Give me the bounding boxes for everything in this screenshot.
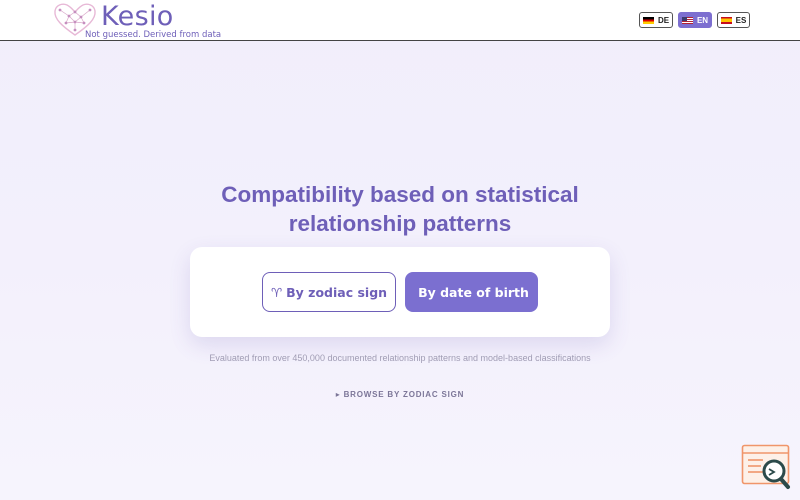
language-de-button[interactable]: DE: [639, 12, 673, 28]
by-date-of-birth-label: By date of birth: [418, 284, 529, 300]
language-es-button[interactable]: ES: [717, 12, 750, 28]
chat-search-widget-icon[interactable]: [741, 444, 793, 490]
flag-de-icon: [642, 16, 654, 24]
by-zodiac-sign-label: By zodiac sign: [286, 284, 388, 300]
brand-name[interactable]: Kesio: [101, 1, 174, 32]
language-es-label: ES: [735, 15, 747, 25]
hero-title-line-1: Compatibility based on statistical: [221, 182, 579, 207]
flag-us-icon: [681, 16, 693, 24]
hero-title: Compatibility based on statistical relat…: [0, 180, 800, 238]
aries-icon: ♈: [270, 284, 283, 300]
data-source-note: Evaluated from over 450,000 documented r…: [209, 353, 591, 363]
language-en-label: EN: [696, 15, 709, 25]
brand-tagline: Not guessed. Derived from data: [85, 30, 222, 40]
browse-by-zodiac-link[interactable]: ▸ BROWSE BY ZODIAC SIGN: [0, 390, 800, 399]
by-zodiac-sign-button[interactable]: ♈ By zodiac sign: [262, 272, 396, 312]
language-de-label: DE: [657, 15, 670, 25]
site-header: Kesio Not guessed. Derived from data DE …: [0, 0, 800, 41]
hero-title-line-2: relationship patterns: [288, 211, 512, 236]
language-en-button[interactable]: EN: [678, 12, 712, 28]
flag-es-icon: [720, 16, 732, 24]
by-date-of-birth-button[interactable]: By date of birth: [405, 272, 538, 312]
selection-card: ♈ By zodiac sign By date of birth: [190, 247, 610, 337]
